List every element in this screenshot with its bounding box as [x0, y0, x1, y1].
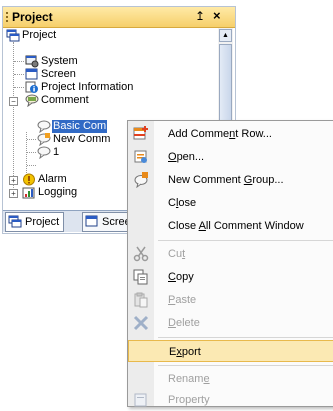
tree-label: Comment [41, 94, 89, 106]
tree-label: System [41, 55, 78, 67]
menu-label: Add Comment Row... [168, 128, 272, 140]
cut-icon [133, 246, 149, 262]
new-comment-group-icon [134, 172, 148, 188]
tree-label: 1 [53, 146, 60, 158]
project-icon [6, 29, 20, 42]
menu-separator [158, 337, 333, 338]
tree-line [14, 61, 24, 62]
menu-item-close-all-comment-window[interactable]: Close All Comment Window [128, 215, 333, 237]
info-icon [25, 81, 38, 93]
expand-toggle[interactable]: + [9, 176, 18, 185]
comment-icon [37, 146, 51, 159]
menu-item-cut[interactable]: Cut [128, 243, 333, 265]
context-menu: Add Comment Row... Open... New Comment G… [127, 120, 333, 407]
tree-label: Logging [38, 186, 78, 198]
menu-label: Open... [168, 151, 205, 163]
tree-label: Alarm [38, 173, 67, 185]
menu-label: Close All Comment Window [168, 220, 304, 232]
menu-label: Copy [168, 271, 194, 283]
menu-label: Cut [168, 248, 186, 260]
alarm-icon [23, 173, 35, 186]
menu-item-new-comment-group[interactable]: New Comment Group... [128, 169, 333, 191]
collapse-toggle[interactable]: − [9, 97, 18, 106]
tree-line [14, 74, 24, 75]
menu-item-export[interactable]: Export [128, 340, 333, 362]
menu-item-close[interactable]: Close [128, 192, 333, 214]
menu-separator [158, 365, 333, 366]
tree-label: Screen [41, 68, 76, 80]
menu-label: Export [169, 346, 201, 358]
tree-line [27, 165, 36, 166]
tree-line [27, 139, 36, 140]
menu-label: Rename [168, 373, 210, 385]
panel-header: Project ↥ × [3, 7, 235, 28]
menu-label: Property [168, 394, 210, 406]
tree-line [13, 42, 14, 192]
logging-icon [22, 187, 35, 199]
menu-label: New Comment Group... [168, 174, 284, 186]
close-icon[interactable]: × [213, 8, 221, 23]
grip-handle[interactable] [6, 12, 8, 22]
tree-label: New Comm [53, 133, 111, 145]
menu-separator [158, 240, 333, 241]
system-icon [25, 55, 39, 68]
screen-icon [85, 215, 98, 227]
tree-line [27, 152, 36, 153]
menu-item-delete[interactable]: Delete [128, 312, 333, 334]
tab-project[interactable]: Project [5, 212, 65, 232]
panel-title: Project [12, 10, 53, 24]
menu-item-property[interactable]: Property [128, 389, 333, 411]
pin-icon[interactable]: ↥ [195, 9, 205, 23]
tree-line [14, 87, 24, 88]
tab-label: Project [25, 216, 60, 228]
open-icon [134, 150, 147, 163]
comment-icon [25, 94, 39, 107]
add-row-icon [133, 126, 148, 140]
paste-icon [134, 292, 148, 308]
comment-icon [37, 120, 51, 133]
delete-icon [133, 315, 149, 331]
tree-label: Basic Com [52, 120, 108, 133]
menu-item-paste[interactable]: Paste [128, 289, 333, 311]
menu-item-copy[interactable]: Copy [128, 266, 333, 288]
menu-item-add-comment-row[interactable]: Add Comment Row... [128, 123, 333, 145]
menu-label: Close [168, 197, 197, 209]
comment-icon [37, 133, 51, 146]
copy-icon [133, 269, 148, 285]
scroll-up-button[interactable]: ▲ [219, 29, 232, 42]
menu-label: Delete [168, 317, 200, 329]
menu-label: Paste [168, 294, 197, 306]
project-icon [8, 215, 22, 228]
expand-toggle[interactable]: + [9, 189, 18, 198]
tree-label: Project Information [41, 81, 134, 93]
tree-label: Project [22, 29, 57, 41]
property-icon [134, 393, 147, 407]
menu-item-rename[interactable]: Rename [128, 368, 333, 390]
screen-icon [25, 68, 38, 80]
menu-item-open[interactable]: Open... [128, 146, 333, 168]
